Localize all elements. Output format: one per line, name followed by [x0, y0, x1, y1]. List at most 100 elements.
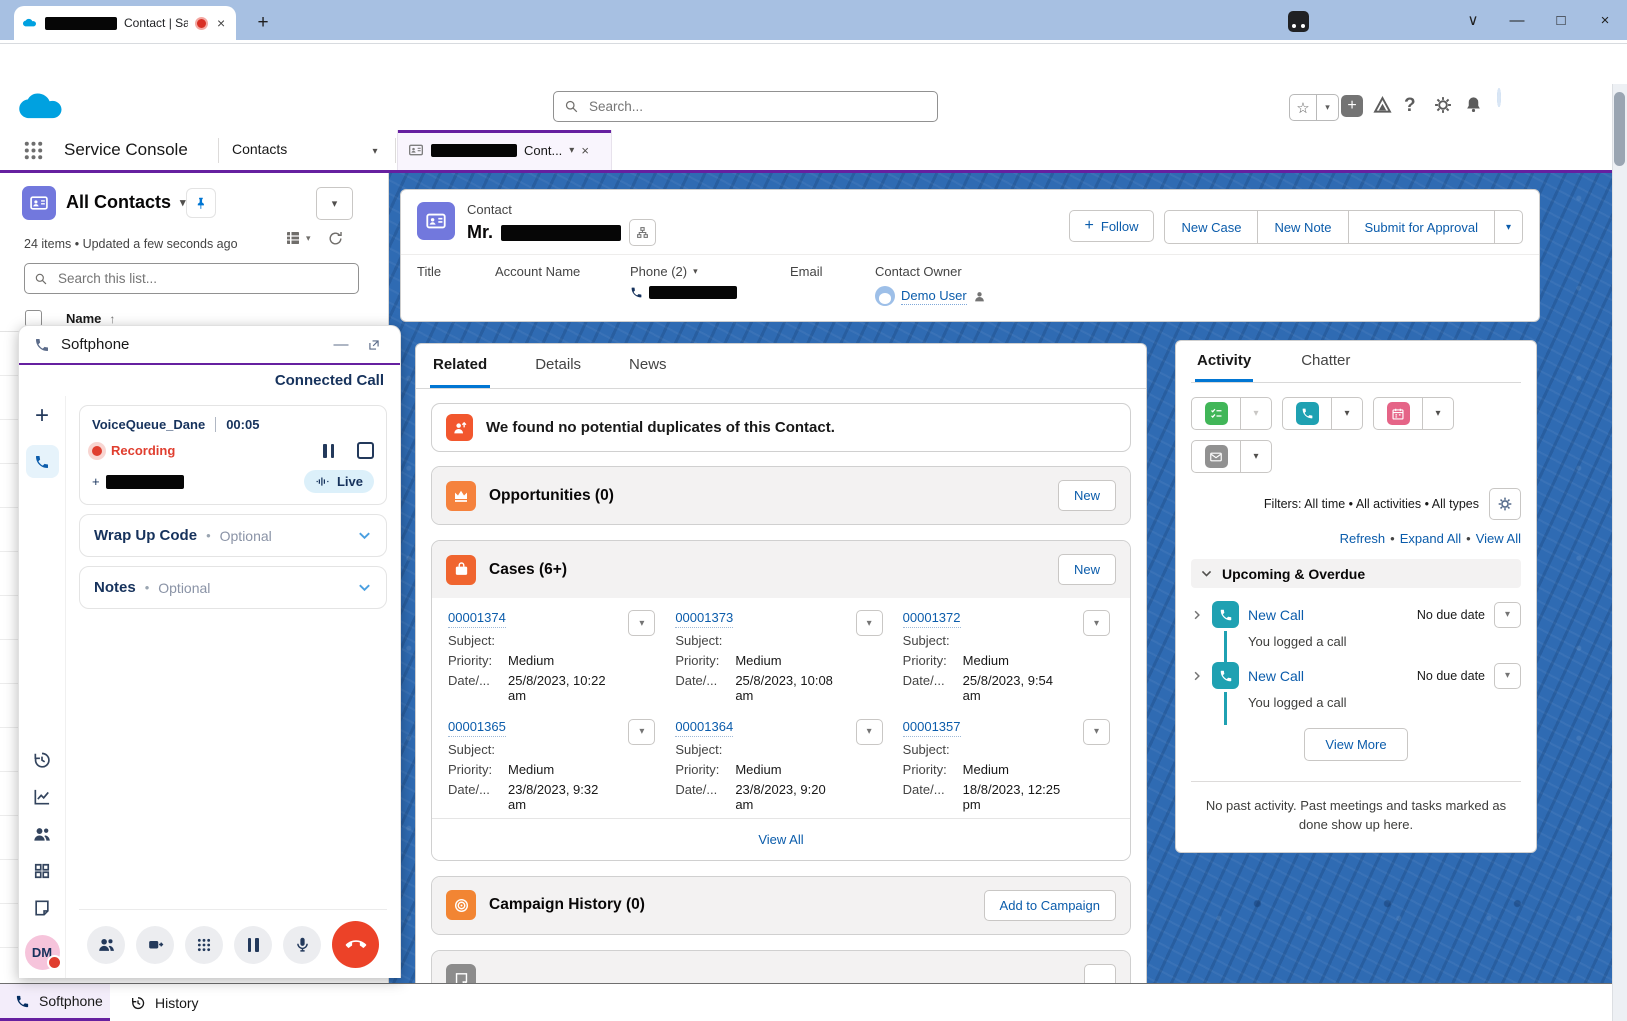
favorites-star-icon[interactable]: ☆ — [1290, 95, 1316, 120]
tab-details[interactable]: Details — [532, 344, 584, 388]
owner-link[interactable]: Demo User — [901, 288, 967, 305]
list-actions-dropdown-button[interactable]: ▾ — [316, 187, 353, 220]
agent-avatar[interactable]: DM — [25, 935, 60, 970]
help-icon[interactable]: ? — [1404, 95, 1416, 117]
page-scrollbar-thumb[interactable] — [1614, 92, 1625, 166]
refresh-list-button[interactable] — [327, 230, 344, 247]
event-dropdown-button[interactable]: ▾ — [1423, 398, 1453, 429]
global-search-input[interactable] — [587, 98, 927, 115]
wrap-up-code-section[interactable]: Wrap Up Code • Optional — [79, 514, 387, 557]
active-call-tab-icon[interactable] — [26, 445, 59, 478]
case-number-link[interactable]: 00001365 — [448, 719, 506, 737]
partial-card-button[interactable] — [1084, 964, 1116, 983]
call-history-icon[interactable] — [32, 750, 52, 770]
window-close-button[interactable]: × — [1583, 0, 1627, 40]
activity-item-dropdown[interactable]: ▾ — [1494, 602, 1521, 628]
window-maximize-button[interactable]: □ — [1539, 0, 1583, 40]
activity-item-dropdown[interactable]: ▾ — [1494, 663, 1521, 689]
expand-wrap-up-chevron-icon[interactable] — [357, 528, 372, 543]
global-search-box[interactable] — [553, 91, 938, 122]
workspace-tab-close-icon[interactable]: × — [581, 143, 589, 158]
name-column-header[interactable]: Name ↑ — [66, 311, 115, 326]
new-case-related-button[interactable]: New — [1058, 554, 1116, 585]
more-actions-dropdown-button[interactable]: ▾ — [1494, 211, 1522, 243]
utility-history-tab[interactable]: History — [110, 984, 219, 1021]
window-minimize-button[interactable]: — — [1495, 0, 1539, 40]
case-number-link[interactable]: 00001374 — [448, 610, 506, 628]
favorites-dropdown-icon[interactable]: ▾ — [1316, 95, 1338, 120]
case-actions-dropdown[interactable]: ▾ — [1083, 719, 1110, 745]
refresh-link[interactable]: Refresh — [1340, 531, 1386, 546]
new-task-button[interactable] — [1192, 398, 1241, 429]
pause-recording-button[interactable] — [323, 444, 334, 458]
workspace-tab-dropdown-icon[interactable]: ▾ — [569, 145, 574, 156]
new-call-plus-icon[interactable]: + — [35, 404, 49, 428]
task-dropdown-button[interactable]: ▾ — [1241, 398, 1271, 429]
tab-chatter[interactable]: Chatter — [1299, 341, 1352, 382]
list-view-selector-icon[interactable]: ▾ — [180, 196, 186, 209]
phone-dropdown-icon[interactable]: ▾ — [693, 266, 698, 277]
popout-softphone-button[interactable] — [363, 334, 385, 356]
follow-button[interactable]: + Follow — [1069, 210, 1155, 242]
mute-button[interactable] — [283, 926, 321, 964]
case-actions-dropdown[interactable]: ▾ — [856, 610, 883, 636]
nav-tab-dropdown-icon[interactable]: ▾ — [362, 138, 388, 164]
activity-item-link[interactable]: New Call — [1248, 668, 1304, 684]
new-event-button[interactable] — [1374, 398, 1423, 429]
case-actions-dropdown[interactable]: ▾ — [856, 719, 883, 745]
global-actions-button[interactable]: + — [1341, 95, 1363, 117]
display-as-button[interactable]: ▾ — [284, 229, 311, 247]
cases-title[interactable]: Cases (6+) — [489, 561, 567, 579]
analytics-icon[interactable] — [32, 787, 52, 807]
expand-item-chevron-icon[interactable] — [1191, 670, 1203, 682]
new-opportunity-button[interactable]: New — [1058, 480, 1116, 511]
favorites-button-group[interactable]: ☆ ▾ — [1289, 94, 1339, 121]
notes-section[interactable]: Notes • Optional — [79, 566, 387, 609]
notifications-bell-icon[interactable] — [1464, 95, 1483, 114]
log-call-button[interactable] — [1283, 398, 1332, 429]
email-button[interactable] — [1192, 441, 1241, 472]
expand-item-chevron-icon[interactable] — [1191, 609, 1203, 621]
new-tab-button[interactable]: + — [250, 10, 276, 36]
view-more-button[interactable]: View More — [1304, 728, 1408, 761]
live-transcription-chip[interactable]: Live — [304, 470, 374, 493]
window-tab-search-button[interactable]: ∨ — [1451, 0, 1495, 40]
nav-tab-contacts[interactable]: Contacts — [232, 141, 287, 157]
case-actions-dropdown[interactable]: ▾ — [628, 610, 655, 636]
transfer-call-button[interactable] — [87, 926, 125, 964]
hold-call-button[interactable] — [234, 926, 272, 964]
email-dropdown-button[interactable]: ▾ — [1241, 441, 1271, 472]
app-launcher-waffle-icon[interactable] — [22, 139, 45, 162]
change-owner-icon[interactable] — [973, 290, 986, 303]
stop-recording-button[interactable] — [357, 442, 374, 459]
workspace-tab-contact-record[interactable]: Cont... ▾ × — [397, 130, 612, 170]
notes-icon[interactable] — [32, 898, 52, 918]
new-case-button[interactable]: New Case — [1165, 211, 1257, 243]
expand-notes-chevron-icon[interactable] — [357, 580, 372, 595]
case-number-link[interactable]: 00001364 — [675, 719, 733, 737]
view-all-link[interactable]: View All — [1476, 531, 1521, 546]
submit-for-approval-button[interactable]: Submit for Approval — [1348, 211, 1494, 243]
end-call-button[interactable] — [332, 921, 379, 968]
tab-news[interactable]: News — [626, 344, 670, 388]
case-actions-dropdown[interactable]: ▾ — [1083, 610, 1110, 636]
case-number-link[interactable]: 00001372 — [903, 610, 961, 628]
list-search-box[interactable] — [24, 263, 359, 294]
opportunities-title[interactable]: Opportunities (0) — [489, 487, 614, 505]
case-actions-dropdown[interactable]: ▾ — [628, 719, 655, 745]
filters-settings-button[interactable] — [1489, 488, 1521, 520]
apps-grid-icon[interactable] — [32, 861, 52, 881]
case-number-link[interactable]: 00001373 — [675, 610, 733, 628]
view-hierarchy-button[interactable] — [629, 219, 656, 246]
pin-list-button[interactable] — [186, 188, 216, 218]
page-scrollbar-track[interactable] — [1612, 84, 1627, 1021]
upcoming-overdue-section-header[interactable]: Upcoming & Overdue — [1191, 559, 1521, 588]
tab-related[interactable]: Related — [430, 344, 490, 388]
expand-all-link[interactable]: Expand All — [1400, 531, 1461, 546]
user-avatar[interactable] — [1497, 88, 1501, 107]
case-number-link[interactable]: 00001357 — [903, 719, 961, 737]
setup-gear-icon[interactable] — [1433, 95, 1453, 115]
activity-item-link[interactable]: New Call — [1248, 607, 1304, 623]
list-view-title[interactable]: All Contacts ▾ — [66, 192, 186, 213]
dialpad-button[interactable] — [185, 926, 223, 964]
